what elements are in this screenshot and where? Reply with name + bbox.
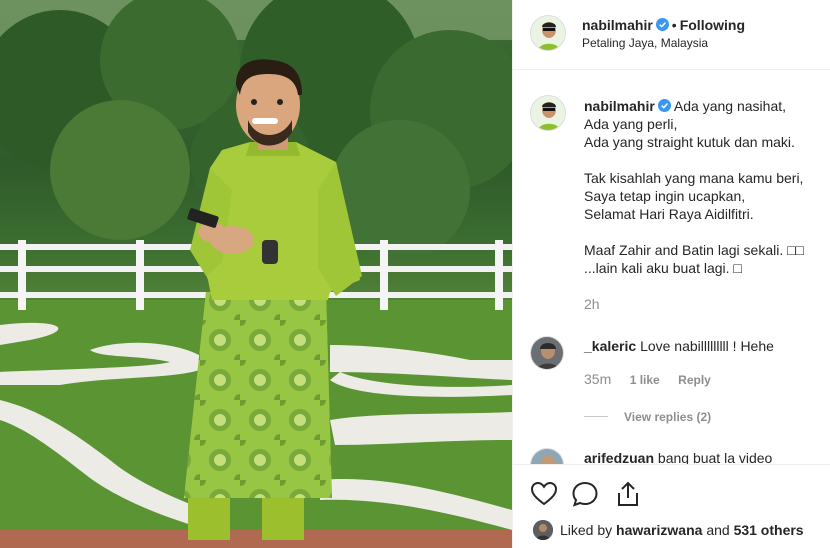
caption-author-avatar[interactable]	[530, 95, 566, 131]
caption-text: Ada yang nasihat, Ada yang perli, Ada ya…	[584, 98, 805, 276]
comment-likes[interactable]: 1 like	[630, 373, 660, 387]
separator-dot: •	[671, 17, 677, 33]
reply-divider	[584, 416, 608, 418]
comment-username[interactable]: arifedzuan	[584, 450, 654, 464]
comment-avatar[interactable]	[530, 336, 564, 370]
follow-status-button[interactable]: Following	[680, 17, 745, 33]
caption: nabilmahir Ada yang nasihat, Ada yang pe…	[584, 97, 824, 277]
author-avatar[interactable]	[530, 15, 566, 51]
share-icon[interactable]	[614, 480, 642, 508]
comment-item: arifedzuan bang buat la video	[584, 450, 824, 464]
liked-by-user[interactable]: hawarizwana	[616, 522, 702, 538]
author-username[interactable]: nabilmahir	[582, 17, 653, 33]
view-replies-button[interactable]: View replies (2)	[584, 408, 711, 426]
comment-time[interactable]: 35m	[584, 371, 611, 387]
post-actions: Liked by hawarizwana and 531 others	[513, 464, 830, 548]
comment-text: Love nabilllllllll ! Hehe	[640, 338, 774, 354]
reply-button[interactable]: Reply	[678, 373, 711, 387]
photo-image	[0, 0, 512, 548]
caption-timestamp[interactable]: 2h	[584, 296, 600, 312]
likes-count[interactable]: 531 others	[734, 522, 804, 538]
comment-icon[interactable]	[571, 480, 599, 508]
likes-summary: Liked by hawarizwana and 531 others	[560, 522, 804, 538]
likes-conjunction: and	[706, 522, 730, 538]
caption-username[interactable]: nabilmahir	[584, 98, 655, 114]
post-location[interactable]: Petaling Jaya, Malaysia	[582, 36, 708, 50]
verified-badge-icon	[655, 18, 669, 31]
post-side-panel: nabilmahir • Following Petaling Jaya, Mala…	[512, 0, 830, 548]
comment-meta: 35m 1 like Reply	[584, 371, 711, 389]
comment-text: bang buat la video	[657, 450, 773, 464]
comments-list[interactable]: nabilmahir Ada yang nasihat, Ada yang pe…	[513, 71, 830, 464]
comment-item: _kaleric Love nabilllllllll ! Hehe	[584, 338, 824, 354]
heart-icon[interactable]	[530, 480, 558, 508]
view-replies-label: View replies (2)	[624, 410, 712, 424]
comment-avatar[interactable]	[530, 448, 564, 464]
post-header: nabilmahir • Following Petaling Jaya, Mala…	[513, 0, 830, 70]
post-photo[interactable]	[0, 0, 512, 548]
verified-badge-icon	[657, 99, 671, 112]
liked-by-avatar[interactable]	[533, 520, 553, 540]
likes-prefix: Liked by	[560, 522, 613, 538]
comment-username[interactable]: _kaleric	[584, 338, 636, 354]
